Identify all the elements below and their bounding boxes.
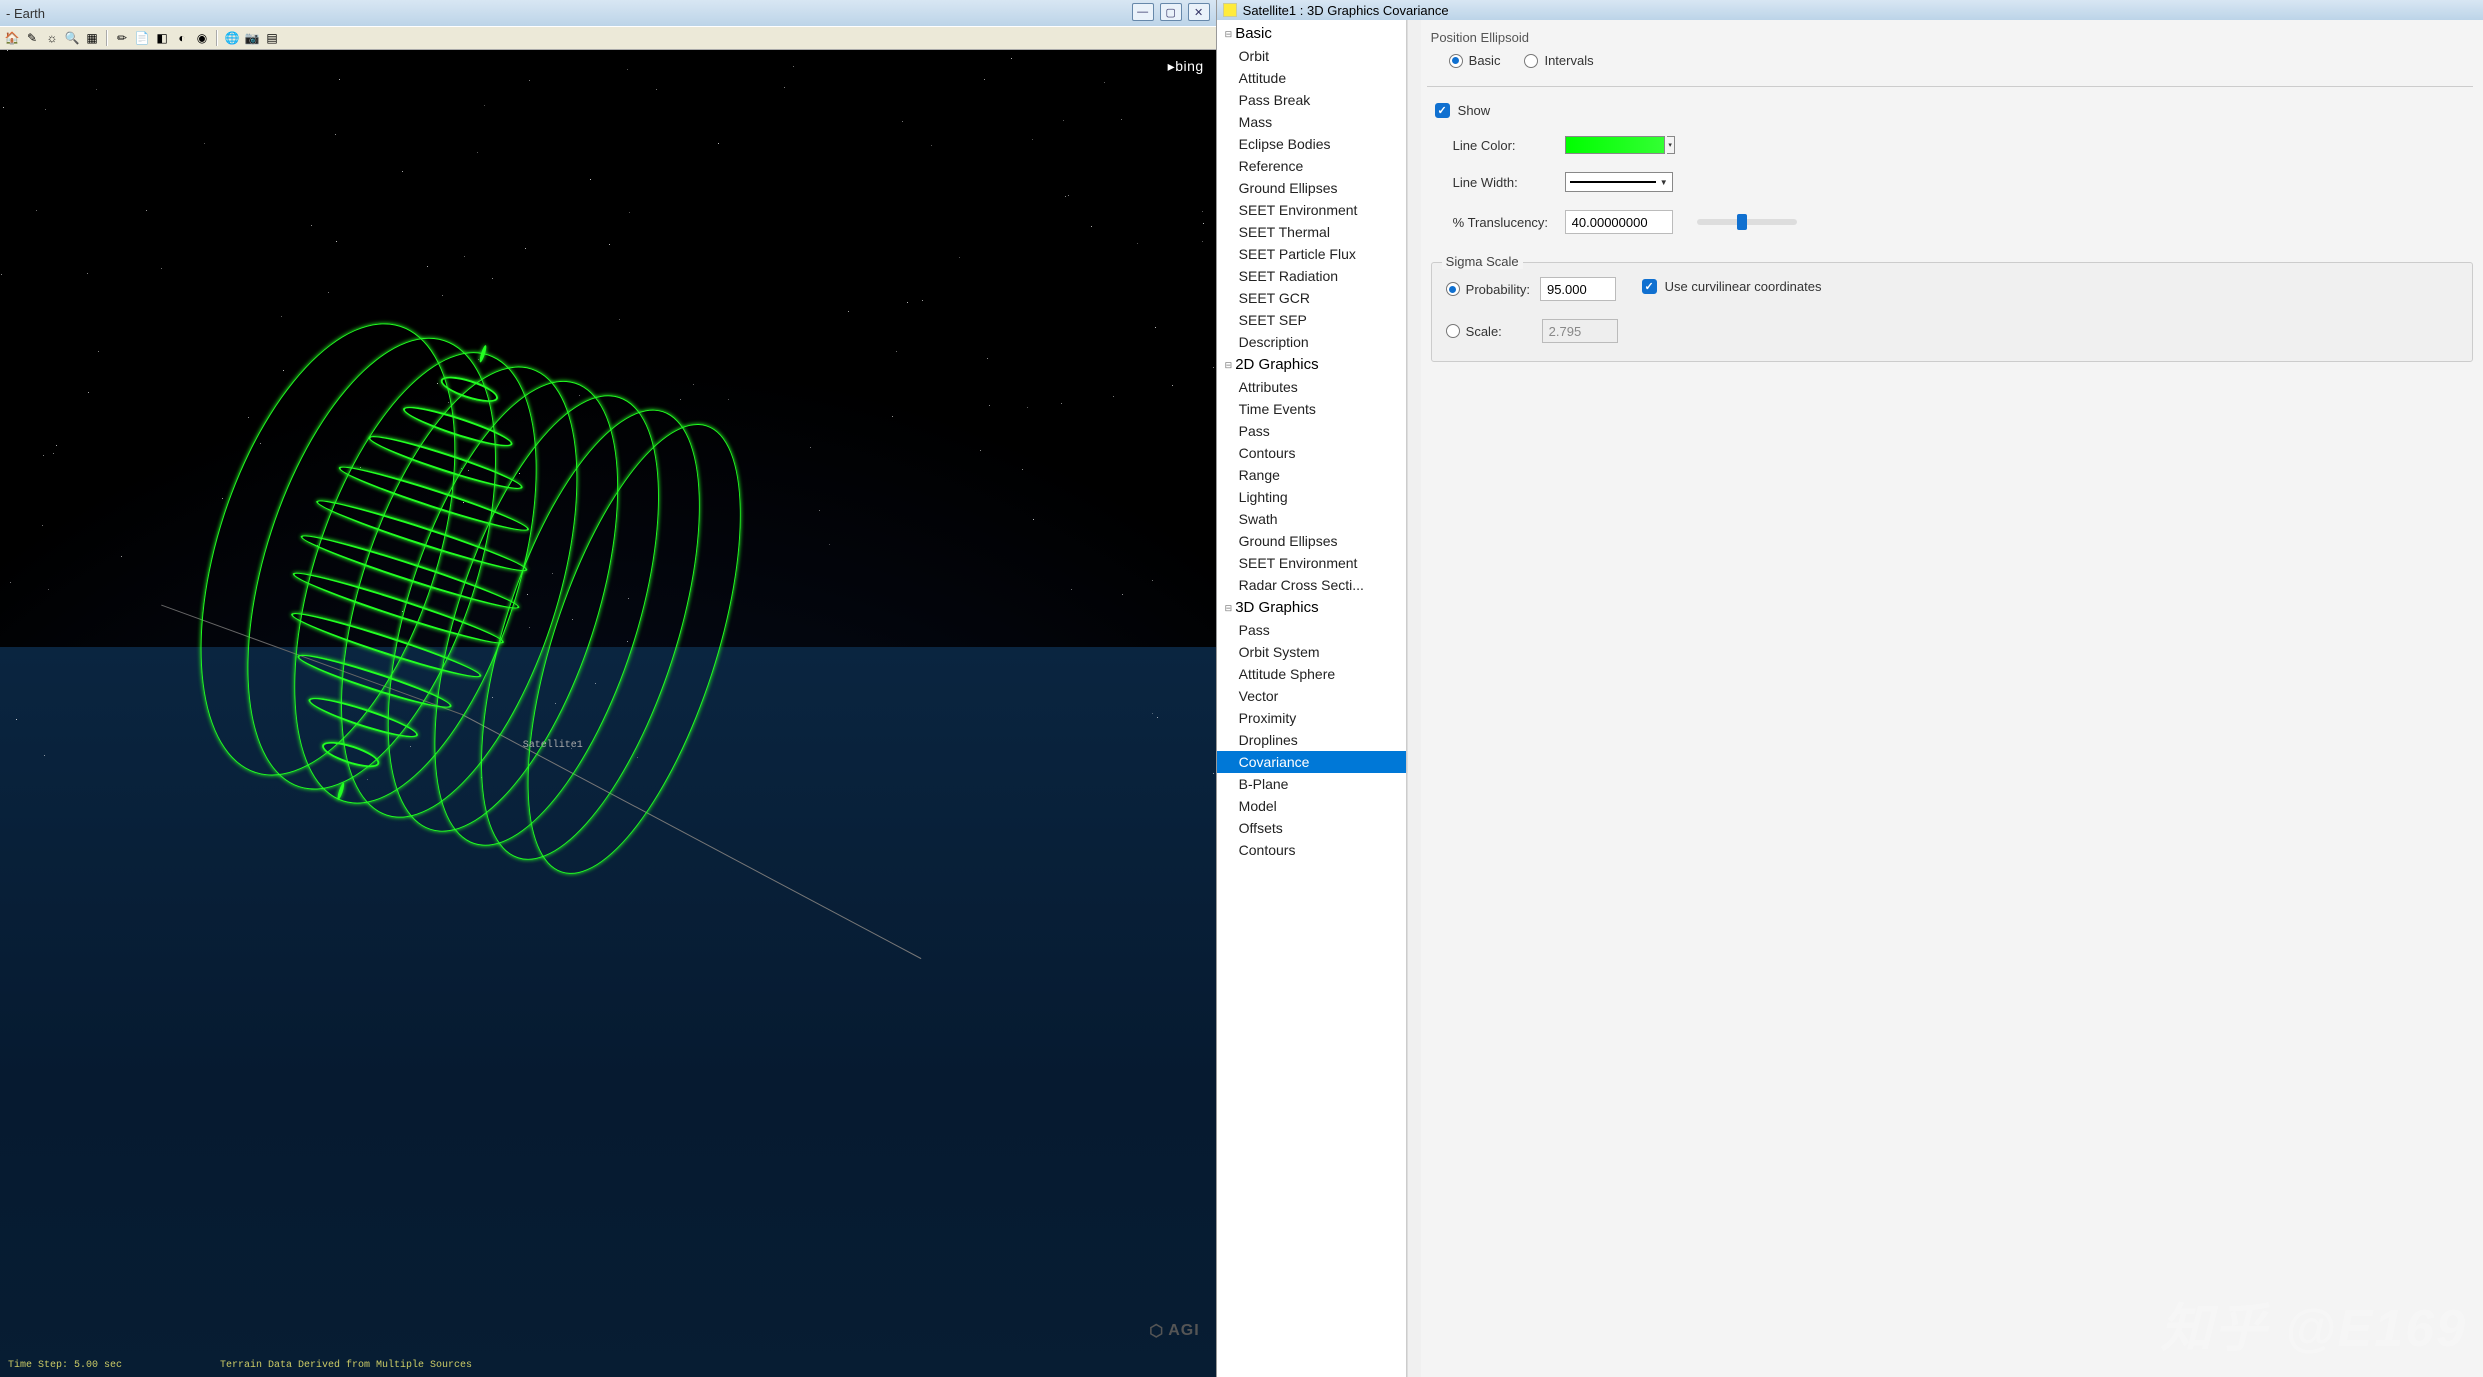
tree-item[interactable]: Vector — [1217, 685, 1406, 707]
3d-viewport[interactable]: Satellite1 ▸bing ⬡AGI Time Step: 5.00 se… — [0, 50, 1216, 1377]
radio-dot-icon — [1446, 324, 1460, 338]
radio-dot-icon — [1446, 282, 1460, 296]
tree-item[interactable]: SEET SEP — [1217, 309, 1406, 331]
maximize-button[interactable]: ▢ — [1160, 3, 1182, 21]
radio-basic[interactable]: Basic — [1449, 53, 1501, 68]
line-width-select[interactable]: ▼ — [1565, 172, 1673, 192]
tree-item[interactable]: Ground Ellipses — [1217, 177, 1406, 199]
tree-item[interactable]: Proximity — [1217, 707, 1406, 729]
toolbar-icon-3[interactable]: 🔍 — [64, 30, 80, 46]
right-window-title: Satellite1 : 3D Graphics Covariance — [1243, 3, 1449, 18]
tree-item[interactable]: Eclipse Bodies — [1217, 133, 1406, 155]
tree-item[interactable]: Time Events — [1217, 398, 1406, 420]
toolbar-icon-8[interactable]: ◐ — [174, 30, 190, 46]
radio-scale[interactable]: Scale: — [1446, 324, 1532, 339]
tree-item[interactable]: SEET GCR — [1217, 287, 1406, 309]
translucency-label: % Translucency: — [1453, 215, 1553, 230]
curvilinear-checkbox[interactable]: ✓ Use curvilinear coordinates — [1642, 279, 1822, 294]
tree-item[interactable]: Covariance — [1217, 751, 1406, 773]
scale-input — [1542, 319, 1618, 343]
tree-item[interactable]: Description — [1217, 331, 1406, 353]
sigma-scale-label: Sigma Scale — [1442, 254, 1523, 269]
toolbar-icon-10[interactable]: 🌐 — [224, 30, 240, 46]
tree-item[interactable]: Orbit System — [1217, 641, 1406, 663]
tree-item[interactable]: Lighting — [1217, 486, 1406, 508]
tree-scrollbar[interactable] — [1407, 20, 1421, 1377]
toolbar-icon-0[interactable]: 🏠 — [4, 30, 20, 46]
close-button[interactable]: ✕ — [1188, 3, 1210, 21]
tree-item[interactable]: Pass — [1217, 420, 1406, 442]
toolbar-icon-4[interactable]: ▦ — [84, 30, 100, 46]
tree-item[interactable]: Droplines — [1217, 729, 1406, 751]
tree-item[interactable]: SEET Particle Flux — [1217, 243, 1406, 265]
right-titlebar: Satellite1 : 3D Graphics Covariance — [1217, 0, 2483, 20]
tree-item[interactable]: Contours — [1217, 839, 1406, 861]
satellite-label: Satellite1 — [523, 740, 583, 751]
properties-window: Satellite1 : 3D Graphics Covariance Basi… — [1217, 0, 2483, 1377]
toolbar-icon-11[interactable]: 📷 — [244, 30, 260, 46]
properties-form: Position Ellipsoid Basic Intervals ✓ Sho… — [1421, 20, 2483, 1377]
tree-item[interactable]: Reference — [1217, 155, 1406, 177]
category-tree[interactable]: BasicOrbitAttitudePass BreakMassEclipse … — [1217, 20, 1407, 1377]
tree-item[interactable]: SEET Thermal — [1217, 221, 1406, 243]
line-color-label: Line Color: — [1453, 138, 1553, 153]
tree-item[interactable]: Radar Cross Secti... — [1217, 574, 1406, 596]
tree-item[interactable]: Attitude — [1217, 67, 1406, 89]
tree-item[interactable]: Pass — [1217, 619, 1406, 641]
tree-item[interactable]: Attitude Sphere — [1217, 663, 1406, 685]
tree-item[interactable]: Pass Break — [1217, 89, 1406, 111]
translucency-input[interactable] — [1565, 210, 1673, 234]
status-terrain: Terrain Data Derived from Multiple Sourc… — [220, 1360, 472, 1371]
toolbar-icon-1[interactable]: ✎ — [24, 30, 40, 46]
tree-item[interactable]: Orbit — [1217, 45, 1406, 67]
translucency-slider[interactable] — [1697, 219, 1797, 225]
tree-category[interactable]: Basic — [1217, 22, 1406, 45]
tree-item[interactable]: B-Plane — [1217, 773, 1406, 795]
tree-item[interactable]: Attributes — [1217, 376, 1406, 398]
line-width-label: Line Width: — [1453, 175, 1553, 190]
probability-input[interactable] — [1540, 277, 1616, 301]
tree-item[interactable]: Mass — [1217, 111, 1406, 133]
agi-logo: ⬡AGI — [1149, 1321, 1199, 1341]
tree-item[interactable]: Ground Ellipses — [1217, 530, 1406, 552]
chevron-down-icon: ▼ — [1660, 178, 1668, 187]
toolbar-icon-7[interactable]: ◧ — [154, 30, 170, 46]
position-ellipsoid-label: Position Ellipsoid — [1431, 30, 2473, 45]
check-icon: ✓ — [1435, 103, 1450, 118]
show-checkbox[interactable]: ✓ Show — [1435, 103, 2473, 118]
toolbar-icon-5[interactable]: ✏ — [114, 30, 130, 46]
viewport-toolbar: 🏠 ✎ ☼ 🔍 ▦ ✏ 📄 ◧ ◐ ◉ 🌐 📷 ▤ — [0, 26, 1216, 50]
toolbar-icon-12[interactable]: ▤ — [264, 30, 280, 46]
tree-item[interactable]: Contours — [1217, 442, 1406, 464]
minimize-button[interactable]: — — [1132, 3, 1154, 21]
tree-category[interactable]: 3D Graphics — [1217, 596, 1406, 619]
bing-attribution: ▸bing — [1168, 58, 1204, 75]
tree-item[interactable]: Swath — [1217, 508, 1406, 530]
tree-item[interactable]: SEET Environment — [1217, 199, 1406, 221]
tree-item[interactable]: Range — [1217, 464, 1406, 486]
earth-3d-window: - Earth — ▢ ✕ 🏠 ✎ ☼ 🔍 ▦ ✏ 📄 ◧ ◐ ◉ 🌐 📷 ▤ — [0, 0, 1217, 1377]
toolbar-icon-2[interactable]: ☼ — [44, 30, 60, 46]
status-time-step: Time Step: 5.00 sec — [8, 1360, 122, 1371]
tree-category[interactable]: 2D Graphics — [1217, 353, 1406, 376]
radio-dot-icon — [1524, 54, 1538, 68]
left-titlebar: - Earth — ▢ ✕ — [0, 0, 1216, 26]
radio-dot-icon — [1449, 54, 1463, 68]
left-window-title: - Earth — [6, 6, 45, 21]
tree-item[interactable]: SEET Environment — [1217, 552, 1406, 574]
toolbar-icon-9[interactable]: ◉ — [194, 30, 210, 46]
line-color-dropdown[interactable]: ▾ — [1667, 136, 1675, 154]
line-color-swatch[interactable] — [1565, 136, 1665, 154]
radio-intervals[interactable]: Intervals — [1524, 53, 1593, 68]
tree-item[interactable]: SEET Radiation — [1217, 265, 1406, 287]
check-icon: ✓ — [1642, 279, 1657, 294]
toolbar-icon-6[interactable]: 📄 — [134, 30, 150, 46]
radio-probability[interactable]: Probability: — [1446, 282, 1530, 297]
tree-item[interactable]: Model — [1217, 795, 1406, 817]
tree-item[interactable]: Offsets — [1217, 817, 1406, 839]
slider-thumb[interactable] — [1737, 214, 1747, 230]
satellite-icon — [1223, 3, 1237, 17]
